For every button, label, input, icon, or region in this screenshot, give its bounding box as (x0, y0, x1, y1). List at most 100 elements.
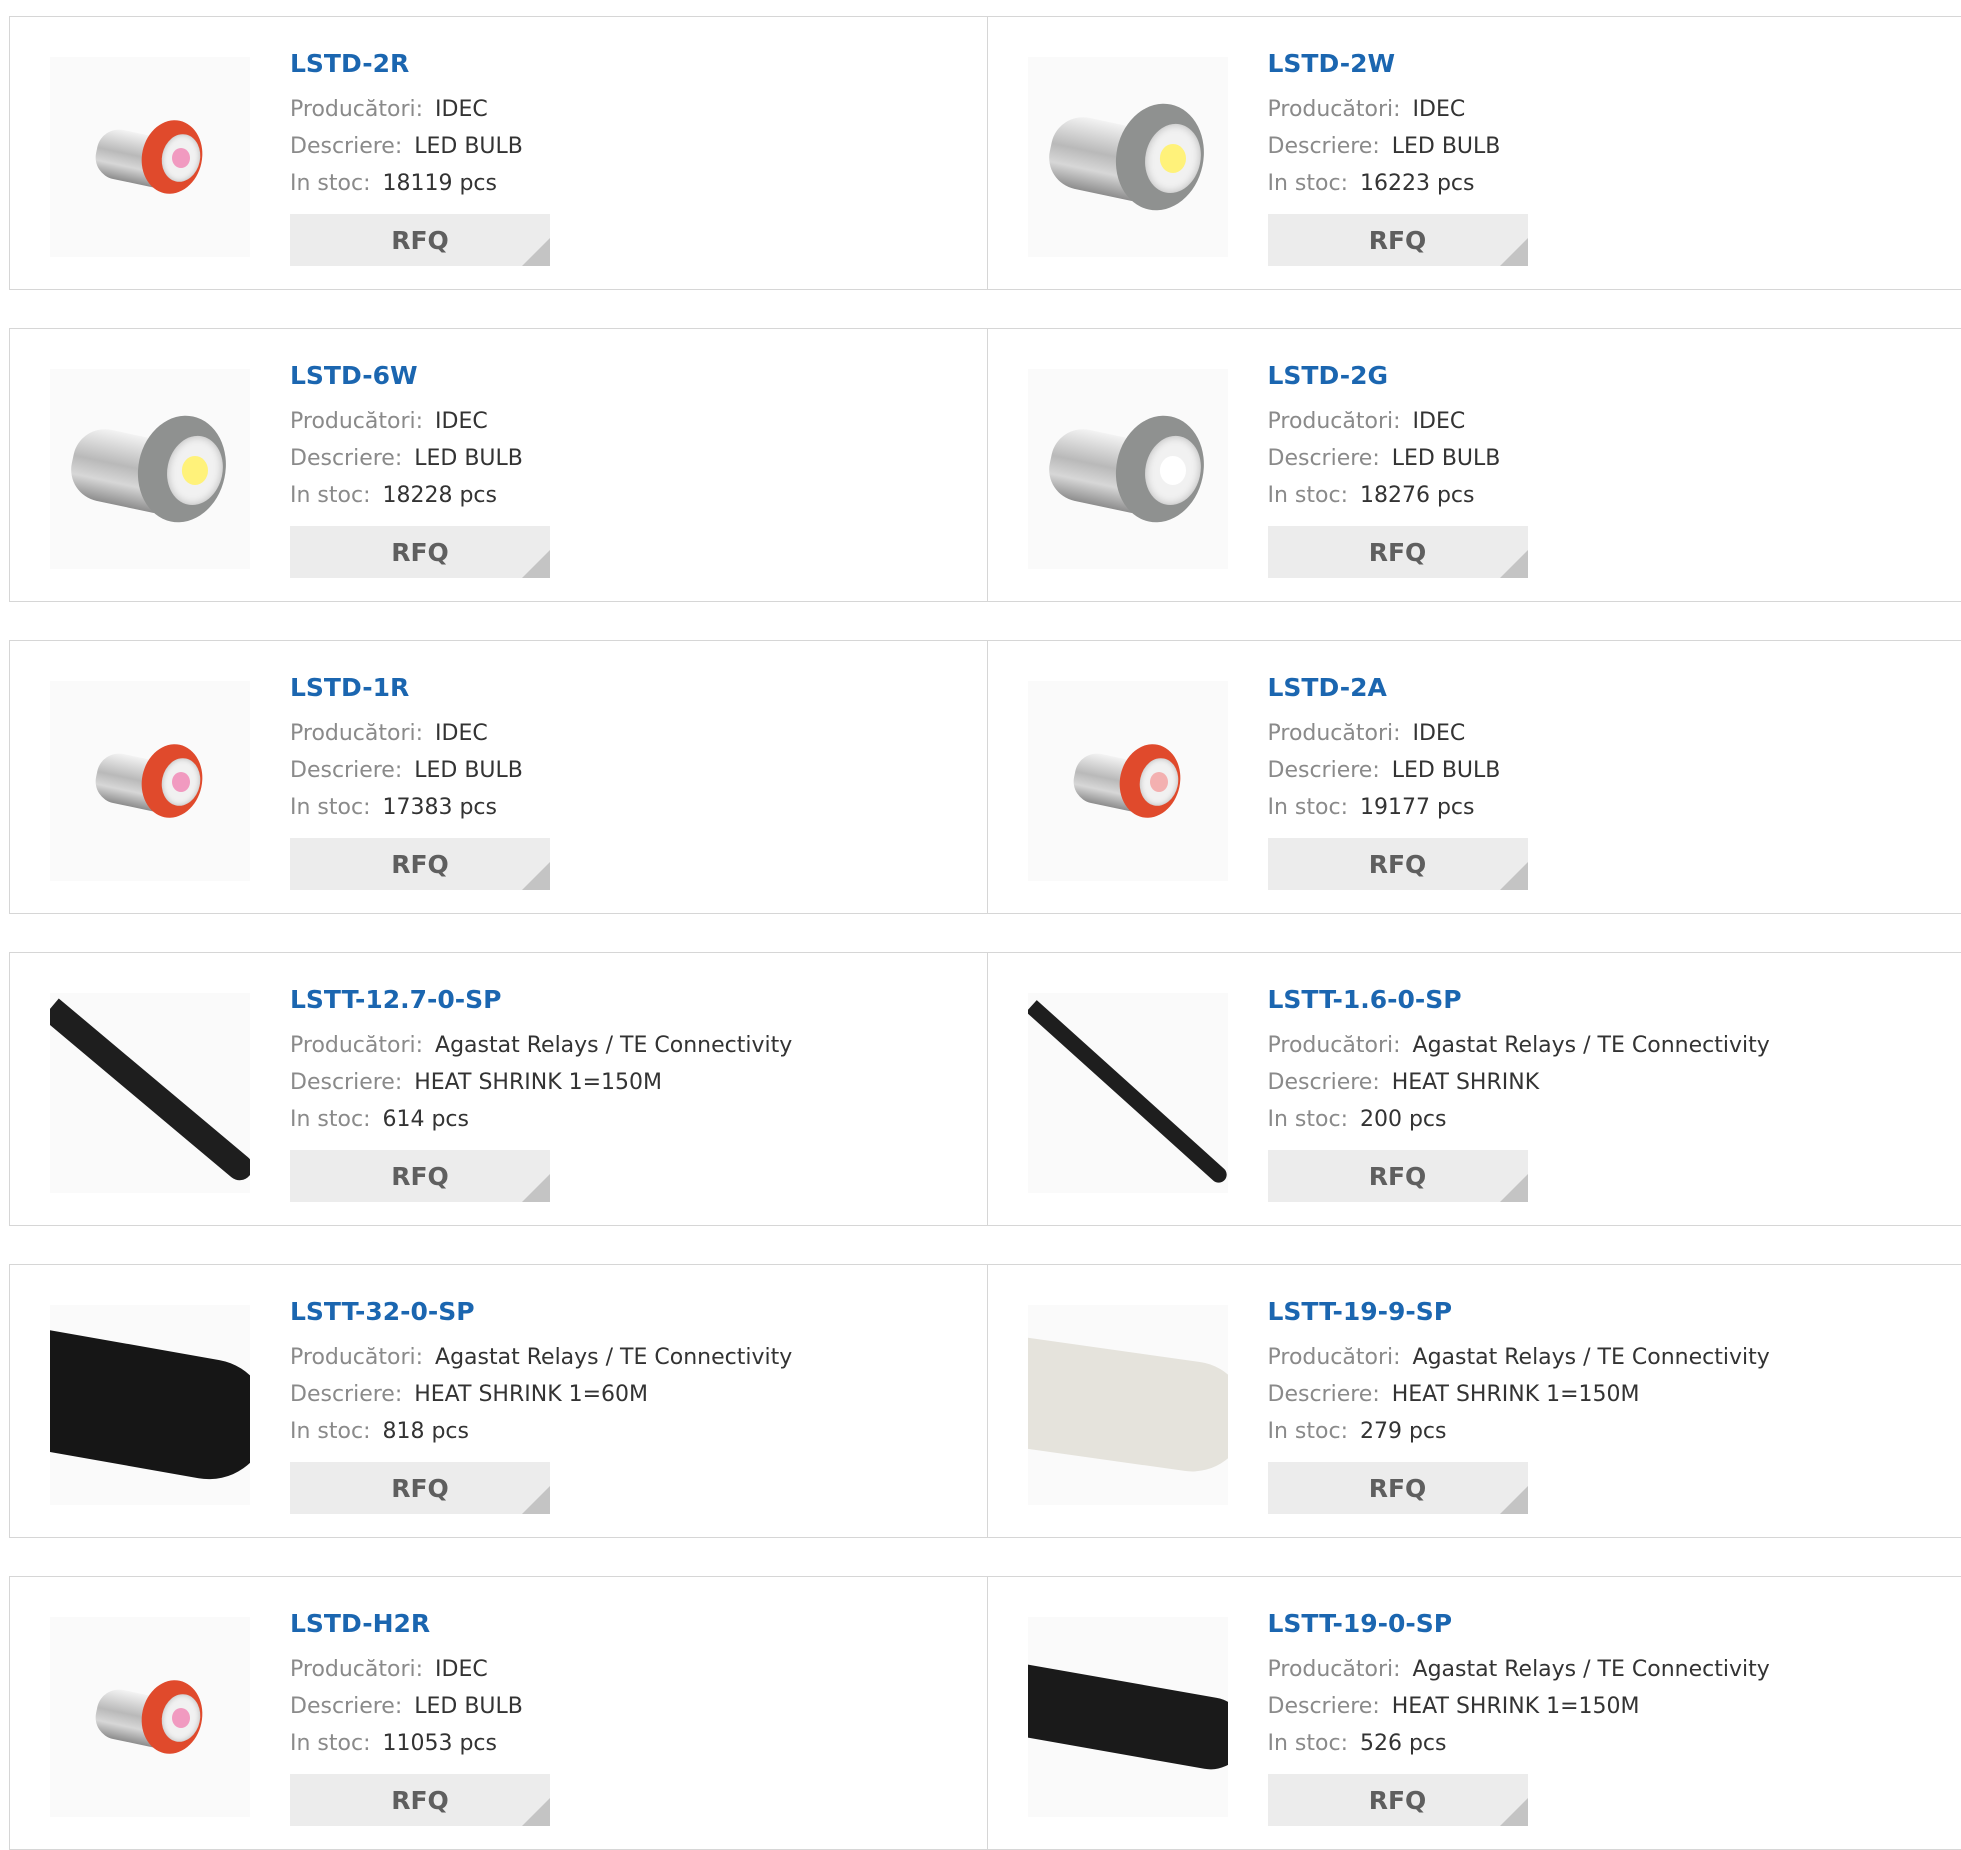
rfq-button[interactable]: RFQ (290, 1774, 550, 1826)
stock-value: 18228 pcs (382, 483, 497, 508)
rfq-button[interactable]: RFQ (290, 838, 550, 890)
stock-value: 200 pcs (1360, 1107, 1447, 1132)
part-number-link[interactable]: LSTT-12.7-0-SP (290, 983, 792, 1017)
stock-row: In stoc: 18228 pcs (290, 477, 550, 514)
stock-label: In stoc: (290, 483, 370, 508)
rfq-button[interactable]: RFQ (290, 526, 550, 578)
stock-row: In stoc:614 pcs (290, 1101, 792, 1138)
manufacturer-label: Producători: (290, 721, 423, 746)
manufacturer-row: Producători:IDEC (290, 91, 550, 128)
rfq-button[interactable]: RFQ (290, 214, 550, 266)
red-led-bulb-icon[interactable] (50, 681, 250, 881)
red-led-bulb-icon[interactable] (50, 1617, 250, 1817)
black-heat-shrink-tube-icon[interactable] (50, 1305, 250, 1505)
stock-value: 526 pcs (1360, 1731, 1447, 1756)
description-row: Descriere: HEAT SHRINK (1268, 1064, 1770, 1101)
manufacturer-value: IDEC (435, 409, 488, 434)
description-label: Descriere: (290, 134, 402, 159)
part-number-link[interactable]: LSTD-2A (1268, 671, 1528, 705)
description-label: Descriere: (290, 758, 402, 783)
product-card: LSTD-2R Producători:IDEC Descriere:LED B… (10, 17, 987, 289)
manufacturer-label: Producători: (290, 97, 423, 122)
product-info: LSTT-32-0-SP Producători: Agastat Relays … (290, 1295, 792, 1514)
product-row: LSTD-H2R Producători:IDEC Descriere:LED … (9, 1576, 1961, 1850)
green-led-bulb-icon[interactable] (1028, 369, 1228, 569)
part-number-link[interactable]: LSTD-1R (290, 671, 550, 705)
description-value: HEAT SHRINK 1=150M (1392, 1382, 1640, 1407)
description-row: Descriere: LED BULB (1268, 440, 1528, 477)
manufacturer-value: Agastat Relays / TE Connectivity (435, 1345, 792, 1370)
manufacturer-label: Producători: (1268, 409, 1401, 434)
part-number-link[interactable]: LSTD-2G (1268, 359, 1528, 393)
black-heat-shrink-tube-icon[interactable] (1028, 993, 1228, 1193)
product-info: LSTD-2G Producători: IDEC Descriere: LED B… (1268, 359, 1528, 578)
description-label: Descriere: (1268, 1070, 1380, 1095)
product-info: LSTD-H2R Producători:IDEC Descriere:LED … (290, 1607, 550, 1826)
part-number-link[interactable]: LSTT-19-9-SP (1268, 1295, 1770, 1329)
description-row: Descriere: LED BULB (1268, 128, 1528, 165)
red-led-bulb-icon[interactable] (50, 57, 250, 257)
description-value: LED BULB (1392, 446, 1501, 471)
product-card: LSTD-2G Producători: IDEC Descriere: LED B… (987, 329, 1961, 601)
manufacturer-value: IDEC (1413, 721, 1466, 746)
manufacturer-label: Producători: (1268, 1345, 1401, 1370)
black-heat-shrink-tube-icon[interactable] (50, 993, 250, 1193)
stock-label: In stoc: (1268, 1419, 1348, 1444)
description-row: Descriere: LED BULB (290, 752, 550, 789)
description-row: Descriere:HEAT SHRINK 1=150M (1268, 1376, 1770, 1413)
description-label: Descriere: (290, 1382, 402, 1407)
white-heat-shrink-tube-icon[interactable] (1028, 1305, 1228, 1505)
part-number-link[interactable]: LSTD-2R (290, 47, 550, 81)
rfq-button[interactable]: RFQ (1268, 214, 1528, 266)
description-row: Descriere:LED BULB (290, 440, 550, 477)
rfq-button[interactable]: RFQ (290, 1150, 550, 1202)
description-value: LED BULB (414, 446, 523, 471)
white-led-bulb-icon[interactable] (50, 369, 250, 569)
rfq-button[interactable]: RFQ (290, 1462, 550, 1514)
description-value: LED BULB (1392, 134, 1501, 159)
stock-value: 818 pcs (382, 1419, 469, 1444)
description-row: Descriere:HEAT SHRINK 1=60M (290, 1376, 792, 1413)
stock-row: In stoc:200 pcs (1268, 1101, 1770, 1138)
part-number-link[interactable]: LSTT-19-0-SP (1268, 1607, 1770, 1641)
product-info: LSTT-1.6-0-SP Producători:Agastat Relays… (1268, 983, 1770, 1202)
stock-label: In stoc: (1268, 483, 1348, 508)
part-number-link[interactable]: LSTT-1.6-0-SP (1268, 983, 1770, 1017)
part-number-link[interactable]: LSTD-H2R (290, 1607, 550, 1641)
manufacturer-value: IDEC (1413, 409, 1466, 434)
manufacturer-label: Producători: (1268, 1657, 1401, 1682)
rfq-button[interactable]: RFQ (1268, 1462, 1528, 1514)
rfq-button[interactable]: RFQ (1268, 526, 1528, 578)
manufacturer-label: Producători: (290, 1345, 423, 1370)
description-label: Descriere: (1268, 134, 1380, 159)
rfq-button[interactable]: RFQ (1268, 838, 1528, 890)
stock-row: In stoc:18119 pcs (290, 165, 550, 202)
description-row: Descriere:HEAT SHRINK 1=150M (1268, 1688, 1770, 1725)
manufacturer-value: IDEC (435, 721, 488, 746)
part-number-link[interactable]: LSTD-2W (1268, 47, 1528, 81)
manufacturer-label: Producători: (1268, 97, 1401, 122)
stock-row: In stoc:11053 pcs (290, 1725, 550, 1762)
part-number-link[interactable]: LSTT-32-0-SP (290, 1295, 792, 1329)
description-label: Descriere: (1268, 446, 1380, 471)
product-info: LSTT-19-0-SP Producători:Agastat Relays … (1268, 1607, 1770, 1826)
manufacturer-row: Producători:Agastat Relays / TE Connecti… (290, 1027, 792, 1064)
stock-label: In stoc: (290, 1731, 370, 1756)
rfq-button[interactable]: RFQ (1268, 1150, 1528, 1202)
product-info: LSTD-2W Producători:IDEC Descriere:LED B… (1268, 47, 1528, 266)
white-led-bulb-icon[interactable] (1028, 57, 1228, 257)
description-value: LED BULB (414, 1694, 523, 1719)
rfq-button[interactable]: RFQ (1268, 1774, 1528, 1826)
stock-label: In stoc: (290, 1419, 370, 1444)
product-info: LSTT-19-9-SP Producători:Agastat Relays … (1268, 1295, 1770, 1514)
description-value: LED BULB (414, 758, 523, 783)
black-heat-shrink-tube-icon[interactable] (1028, 1617, 1228, 1817)
part-number-link[interactable]: LSTD-6W (290, 359, 550, 393)
stock-row: In stoc:526 pcs (1268, 1725, 1770, 1762)
stock-value: 19177 pcs (1360, 795, 1475, 820)
product-info: LSTD-2R Producători:IDEC Descriere:LED B… (290, 47, 550, 266)
manufacturer-row: Producători:Agastat Relays / TE Connecti… (1268, 1027, 1770, 1064)
amber-led-bulb-icon[interactable] (1028, 681, 1228, 881)
manufacturer-label: Producători: (290, 409, 423, 434)
description-value: HEAT SHRINK (1392, 1070, 1539, 1095)
